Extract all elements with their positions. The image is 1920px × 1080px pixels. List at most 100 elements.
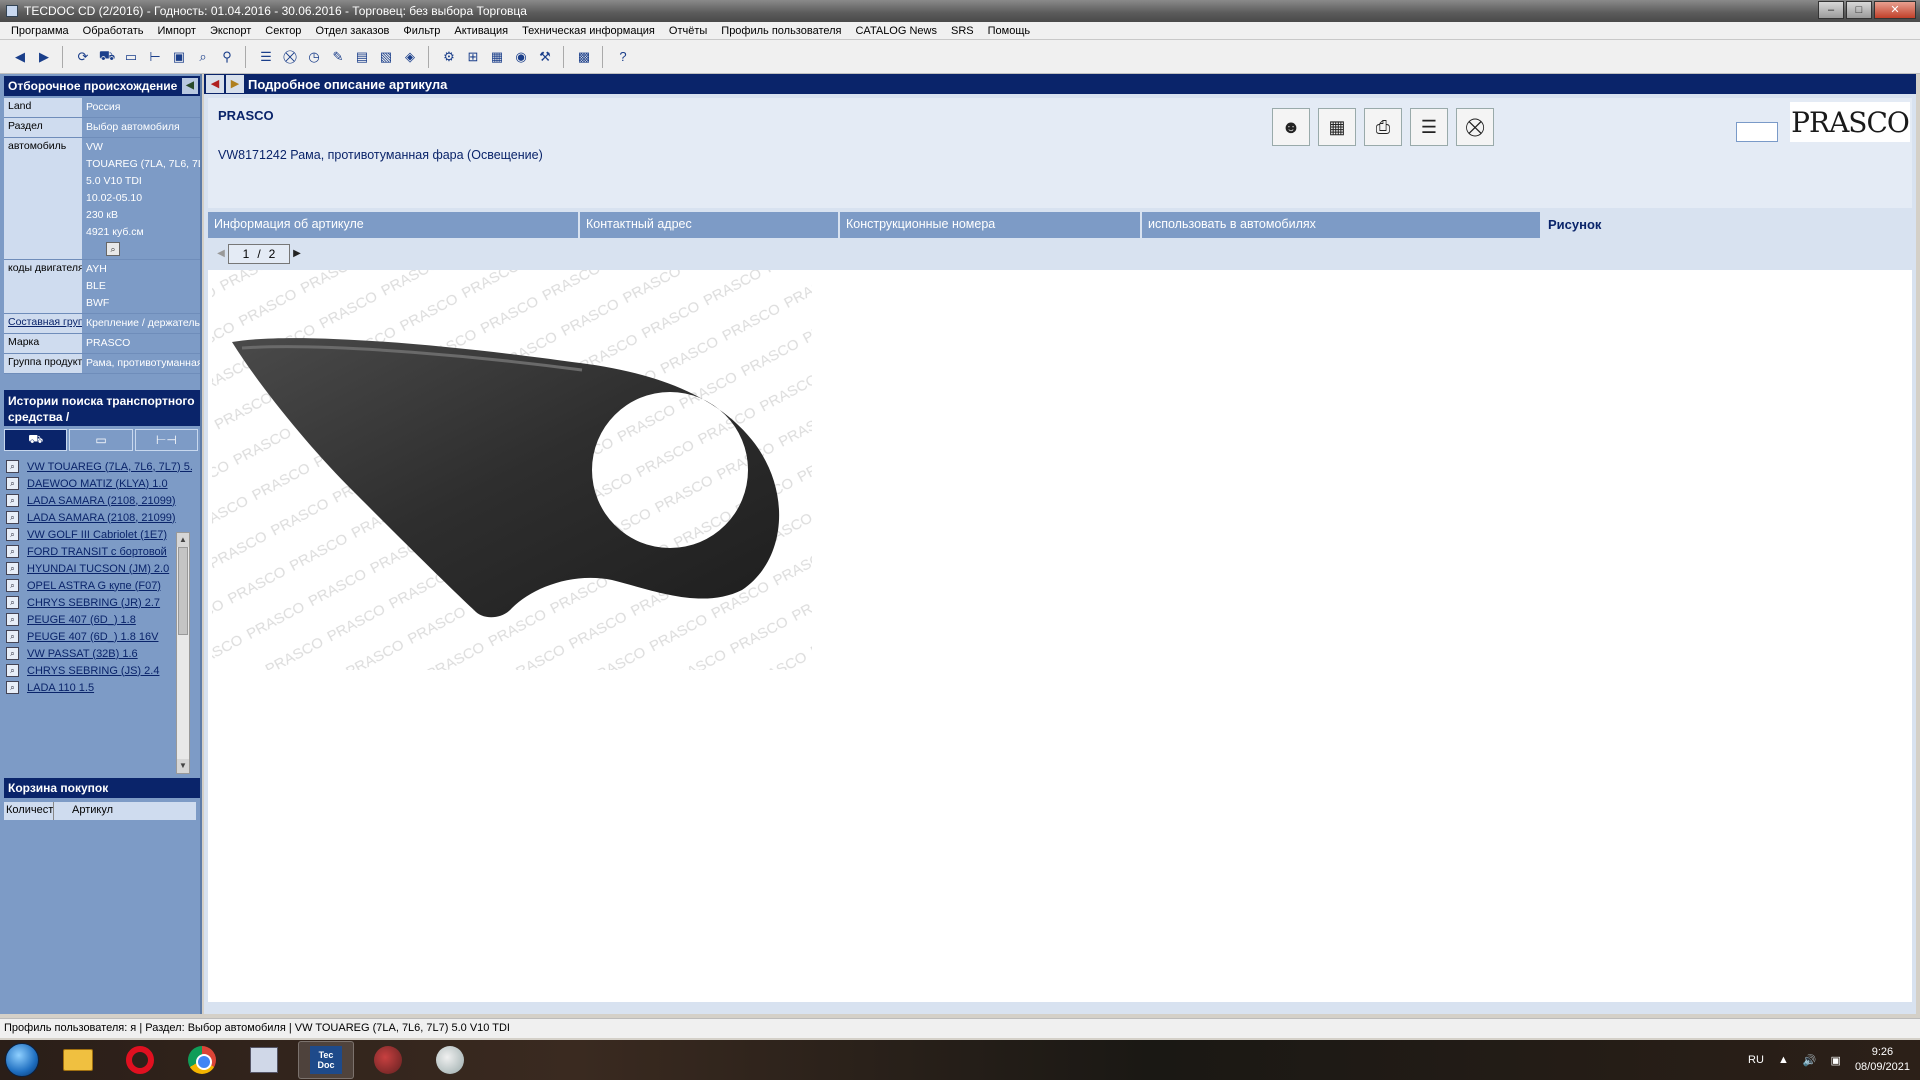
print-icon[interactable]: ⎙ (1364, 108, 1402, 146)
history-item-label[interactable]: OPEL ASTRA G купе (F07) (27, 580, 192, 592)
back-arrow-icon[interactable]: ◀ (10, 47, 30, 67)
tab-truck-history[interactable]: ▭ (69, 429, 133, 451)
history-item[interactable]: ⌕ FORD TRANSIT c бортовой (6, 543, 192, 560)
list-icon[interactable]: ☰ (256, 47, 276, 67)
scroll-down-icon[interactable]: ▼ (177, 759, 189, 773)
menu-item[interactable]: Экспорт (203, 25, 258, 37)
volume-icon[interactable]: 🔊 (1803, 1054, 1817, 1067)
paint-icon[interactable] (422, 1041, 478, 1079)
grid-icon[interactable]: ▦ (487, 47, 507, 67)
refresh-icon[interactable]: ⟳ (73, 47, 93, 67)
tab-4[interactable]: Рисунок (1542, 212, 1912, 238)
maximize-button[interactable]: □ (1846, 1, 1872, 19)
history-item-label[interactable]: PEUGE 407 (6D_) 1.8 (27, 614, 192, 626)
history-item[interactable]: ⌕ LADA SAMARA (2108, 21099) (6, 509, 192, 526)
car-icon[interactable]: ⛟ (97, 47, 117, 67)
settings-icon[interactable]: ⚒ (535, 47, 555, 67)
menu-item[interactable]: Сектор (258, 25, 308, 37)
history-item[interactable]: ⌕ LADA 110 1.5 (6, 679, 192, 696)
history-item-label[interactable]: CHRYS SEBRING (JS) 2.4 (27, 665, 192, 677)
search-icon[interactable]: ⌕ (193, 47, 213, 67)
tab-0[interactable]: Информация об артикуле (208, 212, 578, 238)
menu-item[interactable]: Профиль пользователя (714, 25, 848, 37)
news-icon[interactable]: ▩ (574, 47, 594, 67)
tools-icon[interactable]: ✎ (328, 47, 348, 67)
list-view-icon[interactable]: ☰ (1410, 108, 1448, 146)
forward-icon[interactable]: ▶ (226, 75, 244, 93)
menu-item[interactable]: Отчёты (662, 25, 714, 37)
menu-item[interactable]: Помощь (981, 25, 1038, 37)
back-icon[interactable]: ◀ (206, 75, 224, 93)
truck-icon[interactable]: ▭ (121, 47, 141, 67)
cart-col-article[interactable]: Артикул (54, 802, 196, 820)
menu-item[interactable]: Импорт (150, 25, 202, 37)
menu-item[interactable]: Фильтр (396, 25, 447, 37)
add-to-cart-icon[interactable]: ⛒ (1456, 108, 1494, 146)
network-icon[interactable]: ▣ (1831, 1054, 1841, 1067)
next-page-icon[interactable]: ▶ (290, 245, 304, 263)
tab-2[interactable]: Конструкционные номера (840, 212, 1140, 238)
history-item[interactable]: ⌕ OPEL ASTRA G купе (F07) (6, 577, 192, 594)
vehicle-search-icon[interactable]: ⚲ (217, 47, 237, 67)
scroll-up-icon[interactable]: ▲ (177, 533, 189, 547)
tab-3[interactable]: использовать в автомобилях (1142, 212, 1540, 238)
history-item[interactable]: ⌕ VW PASSAT (32B) 1.6 (6, 645, 192, 662)
history-item-label[interactable]: VW PASSAT (32B) 1.6 (27, 648, 192, 660)
doc-icon[interactable]: ▤ (352, 47, 372, 67)
image-icon[interactable]: ▧ (376, 47, 396, 67)
browser-icon[interactable] (360, 1041, 416, 1079)
opera-icon[interactable] (112, 1041, 168, 1079)
history-item[interactable]: ⌕ DAEWOO MATIZ (KLYA) 1.0 (6, 475, 192, 492)
history-item-label[interactable]: HYUNDAI TUCSON (JM) 2.0 (27, 563, 192, 575)
history-scrollbar[interactable]: ▲ ▼ (176, 532, 190, 774)
quantity-input[interactable] (1736, 122, 1778, 142)
history-item-label[interactable]: VW TOUAREG (7LA, 7L6, 7L7) 5.0 V10 TDI (27, 461, 192, 473)
history-item[interactable]: ⌕ VW GOLF III Cabriolet (1E7) (6, 526, 192, 543)
menu-item[interactable]: SRS (944, 25, 981, 37)
axle-icon[interactable]: ⊢ (145, 47, 165, 67)
zoom-icon[interactable]: ⌕ (106, 242, 120, 256)
clock-icon[interactable]: ◷ (304, 47, 324, 67)
collapse-icon[interactable]: ◀ (182, 78, 198, 94)
tab-1[interactable]: Контактный адрес (580, 212, 838, 238)
history-item[interactable]: ⌕ CHRYS SEBRING (JS) 2.4 (6, 662, 192, 679)
parts-icon[interactable]: ⚙ (439, 47, 459, 67)
prev-page-icon[interactable]: ◀ (214, 245, 228, 263)
history-item[interactable]: ⌕ HYUNDAI TUCSON (JM) 2.0 (6, 560, 192, 577)
menu-item[interactable]: Отдел заказов (308, 25, 396, 37)
history-item[interactable]: ⌕ CHRYS SEBRING (JR) 2.7 (6, 594, 192, 611)
chrome-icon[interactable] (174, 1041, 230, 1079)
dealer-icon[interactable]: ☻ (1272, 108, 1310, 146)
history-item-label[interactable]: FORD TRANSIT c бортовой (27, 546, 192, 558)
history-item[interactable]: ⌕ PEUGE 407 (6D_) 1.8 16V (6, 628, 192, 645)
history-item-label[interactable]: LADA SAMARA (2108, 21099) (27, 512, 192, 524)
remote-desktop-icon[interactable] (236, 1041, 292, 1079)
history-item[interactable]: ⌕ LADA SAMARA (2108, 21099) (6, 492, 192, 509)
menu-item[interactable]: Техническая информация (515, 25, 662, 37)
cart-icon[interactable]: ⛒ (280, 47, 300, 67)
scroll-thumb[interactable] (178, 547, 188, 635)
cart-col-qty[interactable]: Количество (4, 802, 54, 820)
diagram-icon[interactable]: ⊞ (463, 47, 483, 67)
history-item-label[interactable]: CHRYS SEBRING (JR) 2.7 (27, 597, 192, 609)
layers-icon[interactable]: ◈ (400, 47, 420, 67)
tecdoc-icon[interactable]: Tec Doc (298, 1041, 354, 1079)
globe-icon[interactable]: ◉ (511, 47, 531, 67)
menu-item[interactable]: Обработать (76, 25, 151, 37)
engine-icon[interactable]: ▣ (169, 47, 189, 67)
history-item-label[interactable]: LADA SAMARA (2108, 21099) (27, 495, 192, 507)
minimize-button[interactable]: – (1818, 1, 1844, 19)
history-item-label[interactable]: LADA 110 1.5 (27, 682, 192, 694)
forward-arrow-icon[interactable]: ▶ (34, 47, 54, 67)
menu-item[interactable]: Активация (447, 25, 515, 37)
criteria-key[interactable]: Составная группа (4, 314, 82, 333)
history-item-label[interactable]: VW GOLF III Cabriolet (1E7) (27, 529, 192, 541)
add-list-icon[interactable]: ▦ (1318, 108, 1356, 146)
history-item[interactable]: ⌕ VW TOUAREG (7LA, 7L6, 7L7) 5.0 V10 TDI (6, 458, 192, 475)
clock[interactable]: 9:26 08/09/2021 (1855, 1045, 1910, 1075)
tray-expand-icon[interactable]: ▲ (1778, 1054, 1789, 1066)
language-indicator[interactable]: RU (1748, 1054, 1764, 1066)
history-item[interactable]: ⌕ PEUGE 407 (6D_) 1.8 (6, 611, 192, 628)
menu-item[interactable]: Программа (4, 25, 76, 37)
tab-axle-history[interactable]: ⊢⊣ (134, 429, 198, 451)
